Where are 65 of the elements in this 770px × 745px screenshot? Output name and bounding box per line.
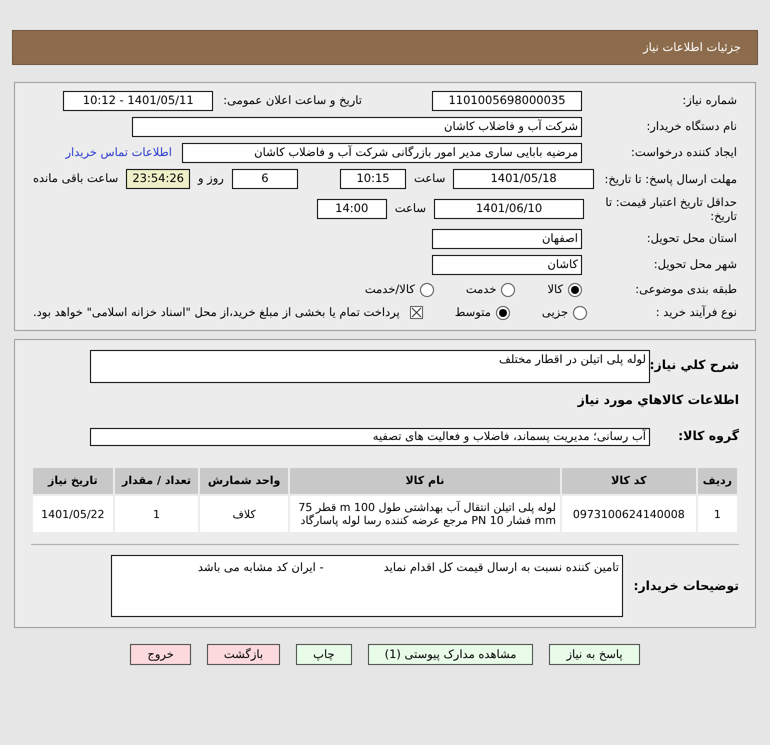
field-label: شهر محل تحویل: <box>652 256 737 274</box>
table-cell: 0973100624140008 <box>562 496 696 532</box>
text-field[interactable]: لوله پلی اتیلن در اقطار مختلف <box>90 350 650 382</box>
field-label: حداقل تاریخ اعتبار قیمت: تا تاریخ: <box>604 195 737 223</box>
field-label: متوسط <box>454 304 491 322</box>
field-label: نوع فرآیند خرید : <box>654 304 737 322</box>
field-label: گروه کالا: <box>677 427 739 446</box>
table-cell: 1 <box>114 496 198 532</box>
radio-button[interactable] <box>420 282 434 297</box>
field-label: ساعت <box>394 200 426 218</box>
text-field[interactable]: 14:00 <box>316 199 387 219</box>
action-button[interactable]: بازگشت <box>206 644 280 665</box>
checkbox[interactable] <box>410 306 423 320</box>
action-button[interactable]: چاپ <box>296 644 352 665</box>
text-field[interactable]: آب رسانی؛ مدیریت پسماند، فاضلاب و فعالیت های تصفیه <box>90 428 650 446</box>
radio-button[interactable] <box>568 282 582 297</box>
text-field[interactable]: مرضیه بابایی ساری مدیر امور بازرگانی شرکت آب و فاضلاب کاشان <box>182 143 582 163</box>
field-label: روز و <box>198 170 224 188</box>
column-header: ردیف <box>698 468 737 494</box>
field-label: استان محل تحویل: <box>646 230 737 248</box>
table-cell: 1401/05/22 <box>33 496 113 532</box>
field-label: پرداخت تمام یا بخشی از مبلغ خرید،از محل "اسناد خزانه اسلامی" خواهد بود. <box>33 304 400 322</box>
radio-button[interactable] <box>573 306 588 320</box>
field-label: کالا <box>547 281 563 298</box>
column-header: تعداد / مقدار <box>114 468 198 494</box>
text-field[interactable]: 1401/06/10 <box>434 199 584 219</box>
field-label: نام دستگاه خریدار: <box>645 118 737 136</box>
notes-field[interactable]: تامین کننده نسبت به ارسال قیمت کل اقدام نماید - ایران کد مشابه می باشد <box>111 555 623 617</box>
text-field[interactable]: اصفهان <box>432 229 582 249</box>
action-button[interactable]: خروج <box>130 644 191 665</box>
contact-link[interactable]: اطلاعات تماس خریدار <box>65 144 172 162</box>
text-field[interactable]: 23:54:26 <box>126 169 190 189</box>
radio-button[interactable] <box>496 306 510 320</box>
note-text: تامین کننده نسبت به ارسال قیمت کل اقدام نماید <box>384 559 619 576</box>
table-cell: 1 <box>698 496 737 532</box>
field-label: شماره نیاز: <box>681 92 737 110</box>
page-title: جزئیات اطلاعات نیاز <box>643 38 741 56</box>
action-button[interactable]: مشاهده مدارک پیوستی (1) <box>368 644 534 665</box>
radio-button[interactable] <box>501 282 516 297</box>
text-field[interactable]: 6 <box>232 169 298 189</box>
text-field[interactable]: شرکت آب و فاضلاب کاشان <box>132 117 582 137</box>
text-field[interactable]: 10:15 <box>340 169 406 189</box>
column-header: کد کالا <box>562 468 696 494</box>
text-field[interactable]: 1401/05/18 <box>453 169 594 189</box>
field-label: خدمت <box>466 281 496 298</box>
text-field[interactable]: کاشان <box>432 255 582 275</box>
text-field[interactable]: 1401/05/11 - 10:12 <box>63 91 214 111</box>
field-label: مهلت ارسال پاسخ: تا تاریخ: <box>603 172 737 186</box>
section-title: اطلاعات کالاهاي مورد نياز <box>576 390 739 409</box>
column-header: واحد شمارش <box>200 468 288 494</box>
field-label: تاریخ و ساعت اعلان عمومی: <box>223 92 362 110</box>
field-label: توضیحات خریدار: <box>632 576 739 595</box>
table-cell: کلاف <box>200 496 288 532</box>
field-label: ساعت باقی مانده <box>32 170 118 188</box>
field-label: جزیی <box>542 304 568 322</box>
text-field[interactable]: 1101005698000035 <box>432 91 582 111</box>
column-header: تاریخ نیاز <box>33 468 113 494</box>
column-header: نام کالا <box>290 468 560 494</box>
field-label: ایجاد کننده درخواست: <box>630 144 737 162</box>
field-label: طبقه بندی موضوعی: <box>634 281 737 298</box>
table-cell: لوله پلی اتیلن انتقال آب بهداشتی طول 100 m قطر 75 mm فشار 10 PN مرجع عرضه کننده رسا لوله پاسارگاد <box>290 496 560 532</box>
action-button[interactable]: پاسخ به نیاز <box>549 644 640 665</box>
field-label: کالا/خدمت <box>364 281 415 298</box>
field-label: ساعت <box>414 170 446 188</box>
note-text: - ایران کد مشابه می باشد <box>198 559 324 576</box>
